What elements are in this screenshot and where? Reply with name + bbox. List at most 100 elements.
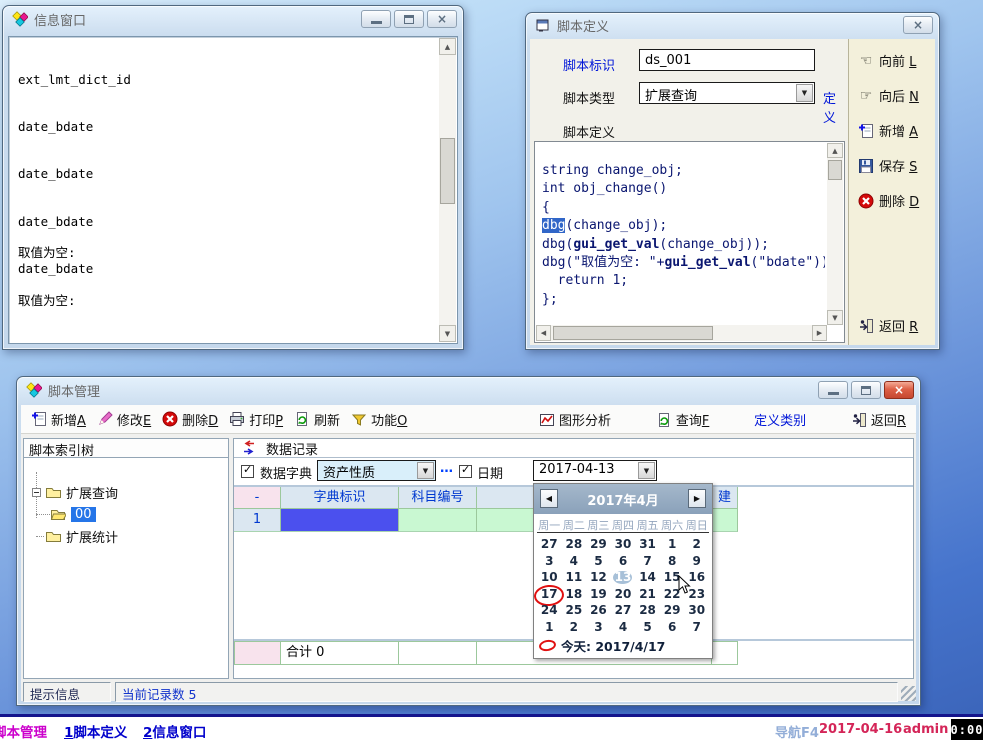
calendar-day[interactable]: 30 <box>684 602 709 619</box>
calendar-day[interactable]: 5 <box>586 553 611 570</box>
resize-grip[interactable] <box>901 686 916 701</box>
calendar-day[interactable]: 6 <box>611 553 636 570</box>
toolbar-delete-button[interactable]: 删除D <box>162 410 218 429</box>
tree-item-node-00[interactable]: 00 <box>50 504 96 524</box>
row1-cell-1[interactable] <box>281 509 399 532</box>
calendar-day[interactable]: 29 <box>586 536 611 553</box>
calendar-day[interactable]: 1 <box>660 536 685 553</box>
calendar-next-month-button[interactable]: ▶ <box>688 489 706 508</box>
chevron-down-icon[interactable]: ▼ <box>417 462 434 479</box>
script-code-editor[interactable]: string change_obj;int obj_change(){dbg(c… <box>534 141 845 343</box>
calendar-day[interactable]: 19 <box>586 586 611 603</box>
calendar-day[interactable]: 24 <box>537 602 562 619</box>
side-delete-button[interactable]: 删除 D <box>858 191 935 210</box>
calendar-day[interactable]: 3 <box>586 619 611 636</box>
dict-combobox[interactable]: 资产性质 ▼ <box>317 460 436 481</box>
scroll-down-icon[interactable]: ▼ <box>827 310 843 325</box>
toolbar-add-button[interactable]: 新增A <box>31 410 86 429</box>
scrollbar-thumb[interactable] <box>440 138 455 204</box>
calendar-day[interactable]: 26 <box>586 602 611 619</box>
calendar-day[interactable]: 28 <box>635 602 660 619</box>
calendar-day[interactable]: 28 <box>562 536 587 553</box>
calendar-day[interactable]: 21 <box>635 586 660 603</box>
column-header-4[interactable]: 建 <box>712 487 738 509</box>
toolbar-chart-analysis-button[interactable]: 图形分析 <box>539 410 611 429</box>
maximize-button[interactable] <box>394 10 424 28</box>
task-script-manager[interactable]: 脚本管理 <box>0 721 47 740</box>
calendar-day[interactable]: 12 <box>586 569 611 586</box>
nav-f4-button[interactable]: 导航F4 <box>775 722 819 740</box>
toolbar-query-button[interactable]: 查询F <box>656 410 710 429</box>
scroll-right-icon[interactable]: ▶ <box>812 325 827 341</box>
calendar-day[interactable]: 9 <box>684 553 709 570</box>
calendar-day[interactable]: 17 <box>537 586 562 603</box>
script-id-input[interactable] <box>639 49 815 71</box>
scroll-left-icon[interactable]: ◀ <box>536 325 551 341</box>
calendar-day[interactable]: 25 <box>562 602 587 619</box>
side-return-button[interactable]: 返回 R <box>858 316 935 335</box>
calendar-day[interactable]: 2 <box>562 619 587 636</box>
close-button[interactable]: × <box>884 381 914 399</box>
define-link[interactable]: 定义 <box>823 88 847 126</box>
calendar-day[interactable]: 8 <box>660 553 685 570</box>
calendar-day[interactable]: 4 <box>611 619 636 636</box>
scrollbar-thumb[interactable] <box>828 160 842 180</box>
scroll-up-icon[interactable]: ▲ <box>439 38 456 55</box>
script-type-combobox[interactable]: 扩展查询 ▼ <box>639 82 815 104</box>
code-vertical-scrollbar[interactable]: ▲ ▼ <box>827 143 843 325</box>
side-forward-button[interactable]: ☜向前 L <box>858 51 935 70</box>
side-add-button[interactable]: 新增 A <box>858 121 935 140</box>
calendar-day[interactable]: 1 <box>537 619 562 636</box>
scrollbar-thumb[interactable] <box>553 326 713 340</box>
calendar-day[interactable]: 11 <box>562 569 587 586</box>
calendar-day[interactable]: 5 <box>635 619 660 636</box>
side-save-button[interactable]: 保存 S <box>858 156 935 175</box>
calendar-day[interactable]: 27 <box>611 602 636 619</box>
calendar-day[interactable]: 13 <box>611 569 636 586</box>
task-script-def[interactable]: 1脚本定义 <box>64 721 127 740</box>
calendar-day[interactable]: 7 <box>684 619 709 636</box>
minimize-button[interactable] <box>818 381 848 399</box>
info-window-titlebar[interactable]: 信息窗口 × <box>3 6 463 32</box>
code-horizontal-scrollbar[interactable]: ◀ ▶ <box>536 325 827 341</box>
calendar-today-row[interactable]: 今天: 2017/4/17 <box>539 636 665 655</box>
calendar-prev-month-button[interactable]: ◀ <box>540 489 558 508</box>
calendar-day[interactable]: 30 <box>611 536 636 553</box>
minimize-button[interactable] <box>361 10 391 28</box>
toolbar-refresh-button[interactable]: 刷新 <box>294 410 340 429</box>
date-checkbox[interactable] <box>459 465 472 478</box>
calendar-day[interactable]: 29 <box>660 602 685 619</box>
chevron-down-icon[interactable]: ▼ <box>638 462 655 479</box>
date-combobox[interactable]: 2017-04-13 ▼ <box>533 460 657 481</box>
column-header-1[interactable]: 字典标识 <box>281 487 399 509</box>
close-button[interactable]: × <box>903 16 933 34</box>
maximize-button[interactable] <box>851 381 881 399</box>
side-backward-button[interactable]: ☞向后 N <box>858 86 935 105</box>
calendar-day[interactable]: 27 <box>537 536 562 553</box>
calendar-day[interactable]: 10 <box>537 569 562 586</box>
calendar-day[interactable]: 3 <box>537 553 562 570</box>
row1-cell-0[interactable]: 1 <box>234 509 281 532</box>
calendar-day[interactable]: 20 <box>611 586 636 603</box>
column-header-0[interactable]: - <box>234 487 281 509</box>
tree-item-ext-stat[interactable]: 扩展统计 <box>32 526 118 546</box>
script-manager-titlebar[interactable]: 脚本管理 × <box>17 377 920 403</box>
row1-cell-2[interactable] <box>399 509 477 532</box>
info-vertical-scrollbar[interactable]: ▲ ▼ <box>439 38 456 342</box>
tree-item-ext-query[interactable]: 扩展查询 <box>32 482 118 502</box>
toolbar-define-category-button[interactable]: 定义类别 <box>754 410 806 429</box>
toolbar-function-button[interactable]: 功能O <box>351 410 407 429</box>
calendar-day[interactable]: 31 <box>635 536 660 553</box>
toolbar-return-button[interactable]: 返回R <box>851 410 906 429</box>
column-header-2[interactable]: 科目编号 <box>399 487 477 509</box>
scroll-up-icon[interactable]: ▲ <box>827 143 843 158</box>
info-text-area[interactable]: ext_lmt_dict_id date_bdate date_bdate da… <box>8 36 458 344</box>
row1-cell-4[interactable] <box>712 509 738 532</box>
calendar-day[interactable]: 18 <box>562 586 587 603</box>
calendar-day[interactable]: 2 <box>684 536 709 553</box>
chevron-down-icon[interactable]: ▼ <box>796 84 813 102</box>
calendar-day[interactable]: 7 <box>635 553 660 570</box>
toolbar-modify-button[interactable]: 修改E <box>97 410 151 429</box>
close-button[interactable]: × <box>427 10 457 28</box>
calendar-day[interactable]: 14 <box>635 569 660 586</box>
